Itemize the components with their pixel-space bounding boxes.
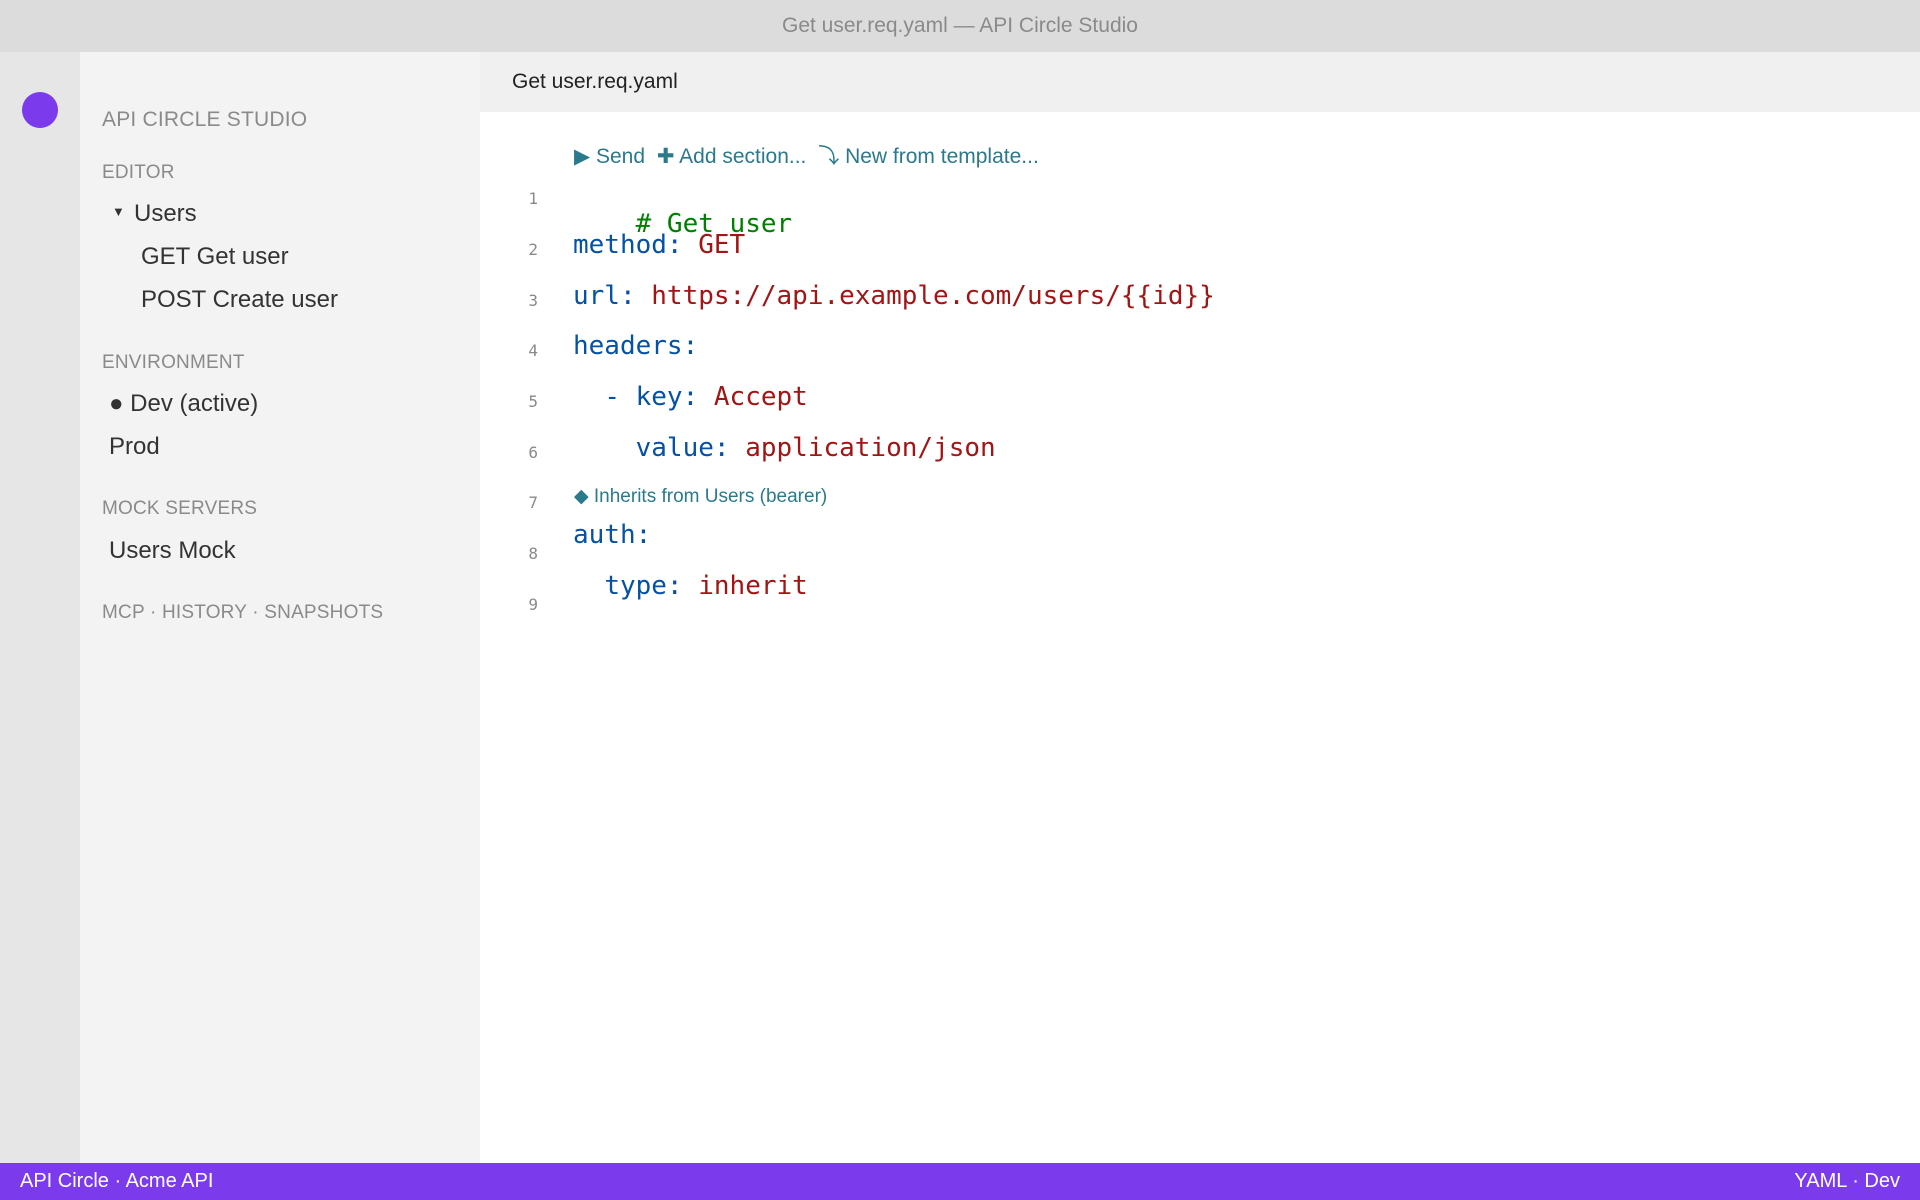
codelens-actions: ▶ Send ✚ Add section... ⤵ New from templ… — [574, 140, 1045, 170]
status-language-env[interactable]: YAML · Dev — [1794, 1170, 1900, 1193]
new-from-template-button[interactable]: ⤵ New from template... — [818, 145, 1039, 168]
line-number: 9 — [528, 595, 538, 614]
code-line-5[interactable]: - key: Accept — [573, 382, 808, 412]
code-line-2[interactable]: method: GET — [573, 230, 745, 260]
line-number: 2 — [528, 240, 538, 259]
line-number: 6 — [528, 443, 538, 462]
code-value: GET — [698, 230, 746, 260]
code-line-4[interactable]: headers: — [573, 331, 698, 361]
code-key: auth: — [573, 520, 652, 550]
add-section-button[interactable]: ✚ Add section... — [657, 145, 807, 168]
sidebar-footer-links[interactable]: MCP · HISTORY · SNAPSHOTS — [102, 602, 383, 624]
line-number: 5 — [528, 392, 538, 411]
app-logo-icon[interactable] — [22, 92, 58, 128]
collection-users[interactable]: ▼ Users — [112, 200, 197, 228]
environment-item-prod[interactable]: Prod — [109, 433, 160, 461]
code-line-8[interactable]: auth: — [573, 520, 651, 550]
status-workspace[interactable]: API Circle · Acme API — [20, 1170, 213, 1193]
window-titlebar: Get user.req.yaml — API Circle Studio — [0, 0, 1920, 52]
line-number: 1 — [528, 189, 538, 208]
code-value: inherit — [698, 571, 808, 601]
code-value: https://api.example.com/users/{{id}} — [651, 281, 1215, 311]
code-line-9[interactable]: type: inherit — [573, 571, 808, 601]
request-item-create-user[interactable]: POST Create user — [141, 286, 338, 314]
tab-get-user[interactable]: Get user.req.yaml — [512, 52, 678, 112]
environment-item-dev[interactable]: ● Dev (active) — [109, 390, 258, 418]
inherits-codelens[interactable]: ◆ Inherits from Users (bearer) — [574, 485, 827, 508]
code-line-3[interactable]: url: https://api.example.com/users/{{id}… — [573, 281, 1215, 311]
line-number: 3 — [528, 291, 538, 310]
line-number: 7 — [528, 493, 538, 512]
code-line-6[interactable]: value: application/json — [573, 433, 996, 463]
tab-bar: Get user.req.yaml — [480, 52, 1920, 112]
code-value: Accept — [713, 382, 808, 412]
status-bar: API Circle · Acme API YAML · Dev — [0, 1163, 1920, 1200]
sidebar-section-editor[interactable]: EDITOR — [102, 162, 175, 184]
sidebar-app-name: API CIRCLE STUDIO — [102, 108, 308, 131]
request-item-get-user[interactable]: GET Get user — [141, 243, 289, 271]
activity-bar — [0, 52, 80, 1163]
mock-item-users-mock[interactable]: Users Mock — [109, 537, 236, 565]
editor-area: Get user.req.yaml ▶ Send ✚ Add section..… — [480, 52, 1920, 1163]
code-key: headers: — [573, 331, 699, 361]
sidebar: API CIRCLE STUDIO EDITOR ▼ Users GET Get … — [80, 52, 480, 1163]
code-value: application/json — [745, 433, 996, 463]
line-number: 8 — [528, 544, 538, 563]
send-button[interactable]: ▶ Send — [574, 145, 645, 168]
code-key: url: — [573, 281, 636, 311]
window-title: Get user.req.yaml — API Circle Studio — [782, 14, 1138, 37]
collection-users-label: Users — [134, 200, 197, 227]
sidebar-section-mock-servers[interactable]: MOCK SERVERS — [102, 498, 257, 520]
code-key: type: — [604, 571, 683, 601]
code-key: - key: — [604, 382, 699, 412]
line-number: 4 — [528, 341, 538, 360]
chevron-down-icon[interactable]: ▼ — [112, 204, 134, 219]
code-key: method: — [573, 230, 683, 260]
sidebar-section-environment[interactable]: ENVIRONMENT — [102, 352, 245, 374]
code-key: value: — [635, 433, 730, 463]
